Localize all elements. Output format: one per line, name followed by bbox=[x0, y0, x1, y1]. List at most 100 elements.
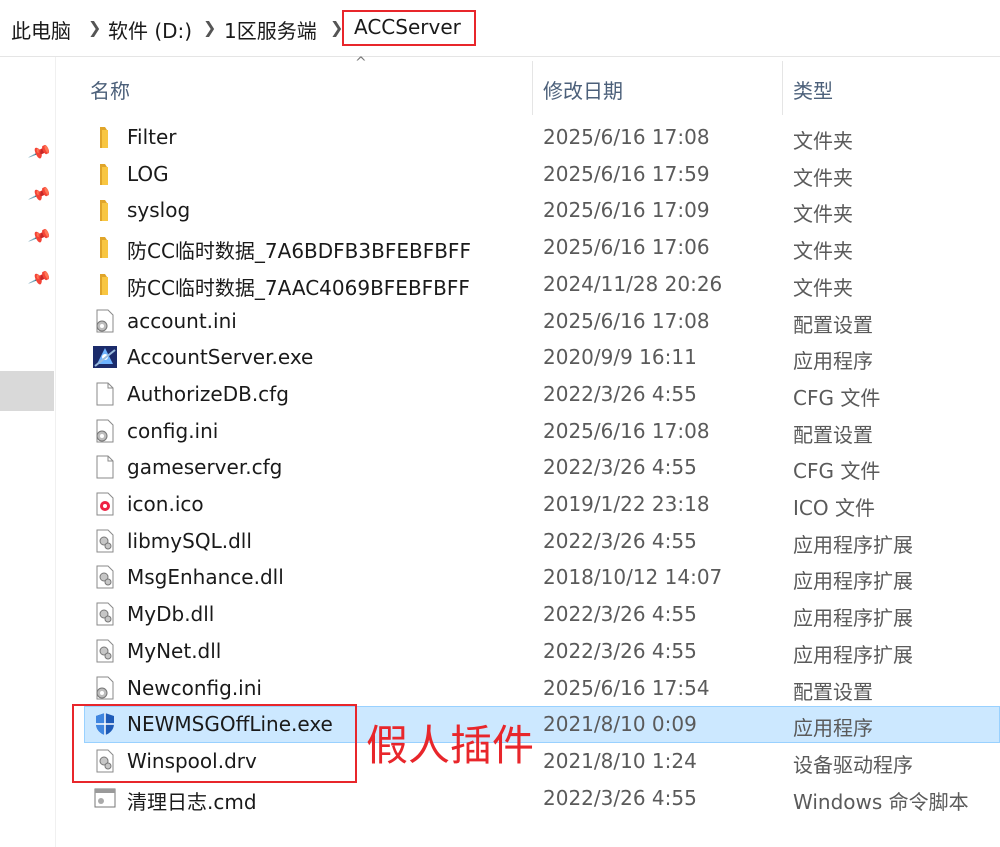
file-name: AccountServer.exe bbox=[127, 345, 314, 370]
column-header-type[interactable]: 类型 bbox=[793, 75, 833, 104]
file-row[interactable]: gameserver.cfg 2022/3/26 4:55 CFG 文件 bbox=[0, 450, 1000, 486]
file-date: 2025/6/16 17:06 bbox=[543, 235, 710, 260]
file-row[interactable]: account.ini 2025/6/16 17:08 配置设置 bbox=[0, 304, 1000, 340]
file-date: 2025/6/16 17:08 bbox=[543, 125, 710, 149]
file-name: Filter bbox=[127, 125, 177, 149]
file-type: 配置设置 bbox=[793, 312, 873, 337]
annotation-label: 假人插件 bbox=[366, 721, 535, 770]
file-row[interactable]: MyDb.dll 2022/3/26 4:55 应用程序扩展 bbox=[0, 597, 1000, 633]
file-date: 2025/6/16 17:08 bbox=[543, 418, 710, 443]
column-divider[interactable] bbox=[782, 61, 783, 115]
file-type: 应用程序 bbox=[793, 716, 873, 741]
file-type: 应用程序扩展 bbox=[793, 642, 913, 667]
file-type: 应用程序扩展 bbox=[793, 569, 913, 594]
file-type: 文件夹 bbox=[793, 275, 853, 300]
file-row[interactable]: syslog 2025/6/16 17:09 文件夹 bbox=[0, 193, 1000, 229]
file-type: CFG 文件 bbox=[793, 385, 881, 410]
file-date: 2024/11/28 20:26 bbox=[543, 271, 723, 296]
file-type: ICO 文件 bbox=[793, 496, 875, 520]
file-date: 2022/3/26 4:55 bbox=[543, 602, 697, 627]
file-row[interactable]: 防CC临时数据_7A6BDFB3BFEBFBFF 2025/6/16 17:06 文… bbox=[0, 230, 1000, 266]
blank-file-icon bbox=[93, 454, 117, 480]
file-date: 2022/3/26 4:55 bbox=[543, 381, 697, 406]
file-name: 防CC临时数据_7AAC4069BFEBFBFF bbox=[127, 275, 470, 300]
folder-icon bbox=[93, 124, 117, 150]
folder-icon bbox=[93, 161, 117, 187]
file-name: 防CC临时数据_7A6BDFB3BFEBFBFF bbox=[127, 239, 471, 264]
breadcrumb-this-pc[interactable]: 此电脑 bbox=[11, 15, 71, 44]
column-header: ^ 名称 修改日期 类型 bbox=[56, 55, 1000, 115]
file-name: gameserver.cfg bbox=[127, 455, 283, 480]
file-name: account.ini bbox=[127, 308, 237, 333]
file-type: 应用程序扩展 bbox=[793, 532, 913, 557]
file-date: 2022/3/26 4:55 bbox=[543, 785, 697, 810]
file-type: 文件夹 bbox=[793, 202, 853, 227]
file-row[interactable]: 清理日志.cmd 2022/3/26 4:55 Windows 命令脚本 bbox=[0, 781, 1000, 817]
exe-app-icon bbox=[93, 344, 117, 370]
file-name: config.ini bbox=[127, 418, 219, 443]
file-date: 2025/6/16 17:59 bbox=[543, 161, 710, 186]
file-type: Windows 命令脚本 bbox=[793, 789, 969, 814]
sort-ascending-icon: ^ bbox=[355, 55, 367, 71]
dll-file-icon bbox=[93, 528, 117, 554]
file-name: MyDb.dll bbox=[127, 602, 215, 627]
file-type: CFG 文件 bbox=[793, 459, 881, 484]
file-date: 2022/3/26 4:55 bbox=[543, 455, 697, 480]
column-divider[interactable] bbox=[532, 61, 533, 115]
file-date: 2025/6/16 17:09 bbox=[543, 198, 710, 223]
file-date: 2019/1/22 23:18 bbox=[543, 492, 710, 516]
file-row[interactable]: LOG 2025/6/16 17:59 文件夹 bbox=[0, 157, 1000, 193]
file-type: 配置设置 bbox=[793, 422, 873, 447]
file-row[interactable]: AccountServer.exe 2020/9/9 16:11 应用程序 bbox=[0, 340, 1000, 376]
breadcrumb: 此电脑 ❯ 软件 (D:) ❯ 1区服务端 ❯ ACCServer bbox=[0, 0, 1000, 57]
file-name: icon.ico bbox=[127, 492, 204, 516]
ini-file-icon bbox=[93, 308, 117, 334]
file-name: MyNet.dll bbox=[127, 638, 222, 663]
file-type: 设备驱动程序 bbox=[793, 752, 913, 777]
file-type: 文件夹 bbox=[793, 165, 853, 190]
dll-file-icon bbox=[93, 564, 117, 590]
file-name: MsgEnhance.dll bbox=[127, 565, 284, 590]
file-name: 清理日志.cmd bbox=[127, 789, 257, 814]
file-row[interactable]: MyNet.dll 2022/3/26 4:55 应用程序扩展 bbox=[0, 634, 1000, 670]
breadcrumb-drive-d[interactable]: 软件 (D:) bbox=[108, 15, 192, 44]
dll-file-icon bbox=[93, 638, 117, 664]
breadcrumb-server-folder[interactable]: 1区服务端 bbox=[224, 15, 317, 44]
ini-file-icon bbox=[93, 675, 117, 701]
file-date: 2021/8/10 0:09 bbox=[543, 712, 697, 737]
file-row[interactable]: libmySQL.dll 2022/3/26 4:55 应用程序扩展 bbox=[0, 524, 1000, 560]
file-type: 应用程序 bbox=[793, 349, 873, 374]
file-date: 2022/3/26 4:55 bbox=[543, 528, 697, 553]
dll-file-icon bbox=[93, 601, 117, 627]
column-header-date[interactable]: 修改日期 bbox=[543, 75, 623, 104]
file-type: 配置设置 bbox=[793, 679, 873, 704]
file-row[interactable]: AuthorizeDB.cfg 2022/3/26 4:55 CFG 文件 bbox=[0, 377, 1000, 413]
folder-icon bbox=[93, 197, 117, 223]
folder-icon bbox=[93, 234, 117, 260]
file-date: 2018/10/12 14:07 bbox=[543, 565, 723, 590]
file-name: syslog bbox=[127, 198, 191, 223]
file-name: LOG bbox=[127, 161, 169, 186]
file-date: 2020/9/9 16:11 bbox=[543, 345, 697, 370]
chevron-right-icon[interactable]: ❯ bbox=[203, 18, 216, 37]
chevron-right-icon[interactable]: ❯ bbox=[88, 18, 101, 37]
file-row[interactable]: Newconfig.ini 2025/6/16 17:54 配置设置 bbox=[0, 671, 1000, 707]
file-type: 文件夹 bbox=[793, 239, 853, 264]
file-type: 应用程序扩展 bbox=[793, 606, 913, 631]
cmd-file-icon bbox=[93, 785, 117, 811]
file-row[interactable]: 防CC临时数据_7AAC4069BFEBFBFF 2024/11/28 20:26… bbox=[0, 267, 1000, 303]
file-date: 2025/6/16 17:54 bbox=[543, 675, 710, 700]
annotation-highlight-box bbox=[72, 704, 357, 783]
file-date: 2025/6/16 17:08 bbox=[543, 308, 710, 333]
ico-file-icon bbox=[93, 491, 117, 517]
file-name: AuthorizeDB.cfg bbox=[127, 381, 289, 406]
folder-icon bbox=[93, 271, 117, 297]
file-row[interactable]: Filter 2025/6/16 17:08 文件夹 bbox=[0, 120, 1000, 156]
column-header-name[interactable]: 名称 bbox=[90, 75, 130, 104]
blank-file-icon bbox=[93, 381, 117, 407]
file-row[interactable]: icon.ico 2019/1/22 23:18 ICO 文件 bbox=[0, 487, 1000, 523]
file-row[interactable]: config.ini 2025/6/16 17:08 配置设置 bbox=[0, 414, 1000, 450]
file-row[interactable]: MsgEnhance.dll 2018/10/12 14:07 应用程序扩展 bbox=[0, 560, 1000, 596]
highlight-box-breadcrumb bbox=[342, 10, 476, 46]
file-date: 2021/8/10 1:24 bbox=[543, 748, 697, 773]
